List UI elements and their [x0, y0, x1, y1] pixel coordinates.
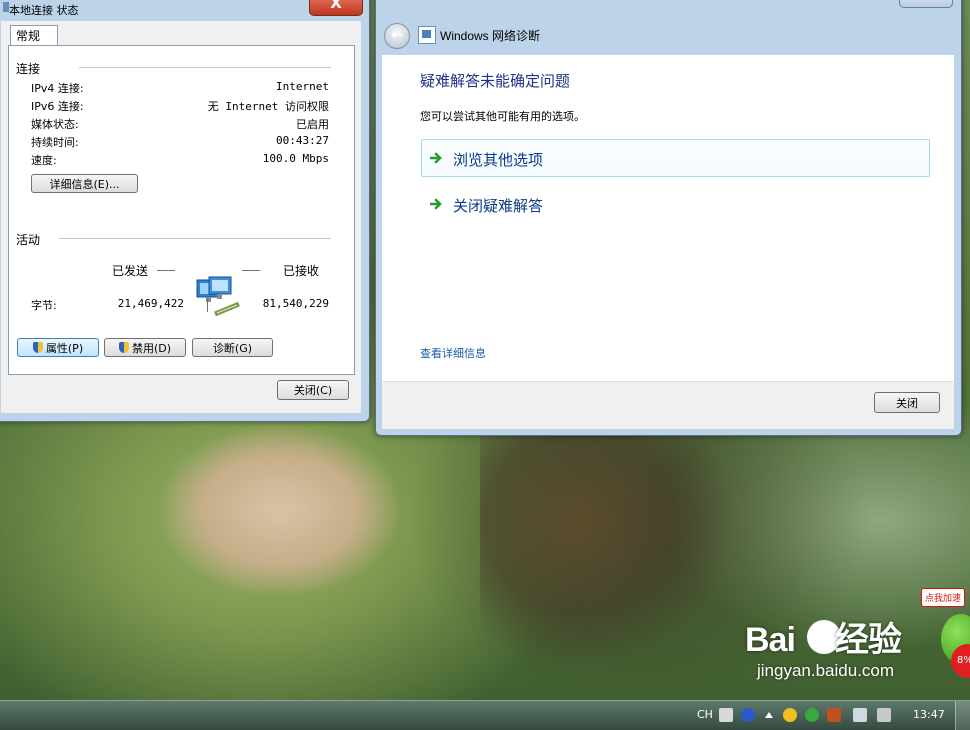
baidu-watermark: Bai 经验 jingyan.baidu.com [745, 612, 902, 681]
ipv6-label: IPv6 连接: [31, 100, 84, 113]
network-diagnostics-window: ← Windows 网络诊断 疑难解答未能确定问题 您可以尝试其他可能有用的选项… [375, 0, 962, 436]
security-icon[interactable] [805, 708, 819, 722]
taskbar: CH 13:47 [0, 700, 970, 730]
received-line [242, 270, 260, 271]
connection-status-window: 本地连接 状态 X 常规 连接 IPv4 连接: Internet IPv6 连… [0, 0, 370, 422]
clock[interactable]: 13:47 [913, 708, 945, 721]
shield-icon [118, 342, 129, 353]
diagnose-button[interactable]: 诊断(G) [192, 338, 273, 357]
close-button[interactable]: 关闭 [874, 392, 940, 413]
show-hidden-icons-icon[interactable] [765, 712, 773, 718]
show-desktop-button[interactable] [955, 701, 970, 730]
volume-icon[interactable] [877, 708, 891, 722]
window-title: 本地连接 状态 [9, 4, 79, 17]
close-button[interactable]: 关闭(C) [277, 380, 349, 400]
speed-value: 100.0 Mbps [262, 152, 329, 165]
option-label: 关闭疑难解答 [453, 197, 544, 215]
tab-panel: 连接 IPv4 连接: Internet IPv6 连接: 无 Internet… [8, 45, 355, 375]
option-label: 浏览其他选项 [453, 151, 544, 169]
network-diagnostics-icon [418, 26, 436, 44]
wallpaper-skin [160, 425, 400, 595]
help-icon[interactable] [741, 708, 755, 722]
bytes-label: 字节: [31, 299, 57, 312]
bytes-divider [207, 298, 208, 312]
tab-general[interactable]: 常规 [10, 25, 58, 46]
view-details-link[interactable]: 查看详细信息 [420, 345, 486, 361]
activity-section-title: 活动 [16, 233, 41, 247]
properties-button-label: 属性(P) [45, 342, 84, 355]
watermark-logo: Bai [745, 621, 796, 659]
diagnostics-subtext: 您可以尝试其他可能有用的选项。 [420, 110, 585, 123]
window-close-button[interactable] [899, 0, 953, 8]
speed-label: 速度: [31, 154, 57, 167]
diagnostics-content: 疑难解答未能确定问题 您可以尝试其他可能有用的选项。 浏览其他选项 关闭疑难解答… [382, 55, 954, 381]
sent-line [157, 270, 175, 271]
bytes-sent-value: 21,469,422 [117, 297, 184, 310]
diagnostics-footer: 关闭 [382, 381, 954, 429]
wallpaper-hair [480, 425, 730, 665]
shield-icon [32, 342, 43, 353]
details-button[interactable]: 详细信息(E)... [31, 174, 138, 193]
network-activity-icon [196, 276, 240, 317]
media-state-value: 已启用 [296, 118, 329, 131]
media-state-label: 媒体状态: [31, 118, 79, 131]
window-close-button[interactable]: X [309, 0, 363, 16]
ipv6-value: 无 Internet 访问权限 [207, 100, 329, 113]
app-tray-icon[interactable] [827, 708, 841, 722]
properties-button[interactable]: 属性(P) [17, 338, 99, 357]
network-icon[interactable] [853, 708, 867, 722]
option-explore-other[interactable]: 浏览其他选项 [421, 139, 930, 177]
bytes-received-value: 81,540,229 [262, 297, 329, 310]
disable-button[interactable]: 禁用(D) [104, 338, 186, 357]
back-arrow-icon[interactable]: ← [384, 23, 410, 49]
duration-value: 00:43:27 [276, 134, 329, 147]
ipv4-value: Internet [276, 80, 329, 93]
disable-button-label: 禁用(D) [131, 342, 172, 355]
speed-up-tag: 点我加速 [921, 588, 966, 607]
language-indicator[interactable]: CH [697, 708, 713, 721]
qq-icon[interactable] [783, 708, 797, 722]
connection-section-title: 连接 [16, 62, 41, 76]
watermark-logo-suffix: 经验 [834, 621, 902, 659]
ipv4-label: IPv4 连接: [31, 82, 84, 95]
green-arrow-icon [430, 198, 442, 210]
sent-label: 已发送 [112, 264, 149, 278]
window-client-area: 常规 连接 IPv4 连接: Internet IPv6 连接: 无 Inter… [1, 21, 361, 413]
watermark-url: jingyan.baidu.com [757, 661, 895, 680]
option-close-troubleshooter[interactable]: 关闭疑难解答 [421, 185, 930, 223]
duration-label: 持续时间: [31, 136, 79, 149]
keyboard-icon[interactable] [719, 708, 733, 722]
green-arrow-icon [430, 152, 442, 164]
diagnostics-heading: 疑难解答未能确定问题 [420, 72, 571, 90]
section-divider [79, 67, 331, 68]
received-label: 已接收 [283, 264, 320, 278]
speed-up-widget[interactable]: 8% 点我加速 [921, 588, 970, 688]
section-divider [59, 238, 331, 239]
window-title: Windows 网络诊断 [440, 29, 541, 43]
